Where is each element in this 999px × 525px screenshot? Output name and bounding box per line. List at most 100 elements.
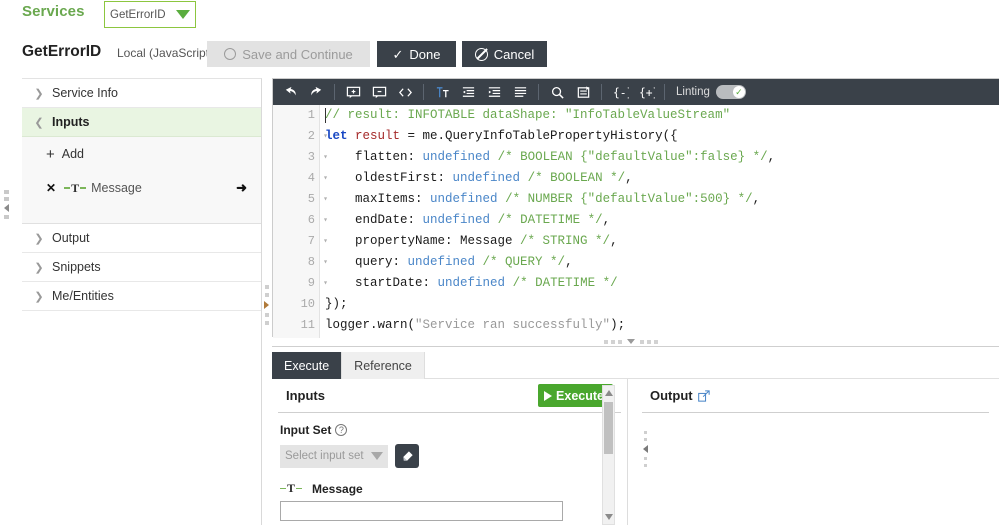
redo-icon[interactable] — [303, 81, 329, 103]
left-resize-handle[interactable] — [2, 186, 10, 222]
line-number: 9 ▾ — [273, 273, 328, 294]
code-area[interactable]: 1 2 ▾ 3 ▾ 4 ▾ 5 ▾ 6 ▾ 7 ▾ 8 ▾ 9 ▾ 10 11 // result: INFOTAB… — [273, 105, 999, 338]
linting-label: Linting — [676, 86, 710, 98]
scroll-down-icon[interactable] — [605, 514, 613, 520]
collapse-braces-icon[interactable]: {-} — [607, 81, 633, 103]
top-bar: Services GetErrorID — [0, 0, 999, 30]
code-token: /* BOOLEAN */ — [527, 171, 626, 185]
output-pane-header: Output — [642, 379, 989, 413]
open-in-new-icon[interactable] — [697, 389, 710, 402]
code-line[interactable]: query: undefined /* QUERY */, — [325, 252, 999, 273]
sidebar-splitter-handle[interactable] — [262, 280, 271, 330]
toggle-knob: ✓ — [732, 86, 745, 98]
done-button[interactable]: ✓ Done — [377, 41, 456, 67]
input-set-row: Select input set — [280, 444, 617, 468]
linting-toggle[interactable]: ✓ — [715, 85, 746, 99]
sidebar-item-inputs[interactable]: ❮ Inputs — [22, 108, 261, 137]
tab-execute[interactable]: Execute — [272, 352, 343, 379]
inputs-form: Input Set ? Select input set T Message — [272, 413, 627, 521]
input-set-value: Select input set — [285, 450, 364, 462]
code-lines[interactable]: // result: INFOTABLE dataShape: "InfoTab… — [325, 105, 999, 336]
scroll-up-icon[interactable] — [605, 390, 613, 396]
editor-splitter[interactable] — [272, 337, 999, 347]
tab-reference[interactable]: Reference — [342, 352, 425, 379]
code-line[interactable]: flatten: undefined /* BOOLEAN {"defaultV… — [325, 147, 999, 168]
code-token: /* STRING */ — [520, 234, 611, 248]
editor-toolbar: {-} {+} Linting ✓ — [273, 79, 999, 105]
execute-label: Execute — [556, 388, 604, 403]
output-splitter-handle[interactable] — [641, 425, 650, 473]
code-line[interactable]: startDate: undefined /* DATETIME */ — [325, 273, 999, 294]
code-token: /* QUERY */ — [482, 255, 566, 269]
remove-comment-icon[interactable] — [366, 81, 392, 103]
inputs-section-body: + Add ✕ T Message ➜ — [22, 137, 261, 224]
save-and-continue-button[interactable]: Save and Continue — [207, 41, 370, 67]
inputs-pane-title: Inputs — [286, 388, 325, 403]
inputs-scrollbar[interactable] — [602, 385, 615, 525]
sidebar-item-service-info[interactable]: ❯ Service Info — [22, 79, 261, 108]
toolbar-divider — [664, 84, 665, 100]
line-number: 8 ▾ — [273, 252, 328, 273]
message-input[interactable] — [280, 501, 563, 521]
message-field-label: T Message — [280, 481, 617, 496]
help-icon[interactable]: ? — [335, 424, 348, 436]
code-snippet-icon[interactable] — [392, 81, 418, 103]
code-token: oldestFirst: — [325, 171, 453, 185]
line-number: 11 — [300, 318, 315, 332]
code-token: endDate: — [325, 213, 423, 227]
sidebar-item-me-entities[interactable]: ❯ Me/Entities — [22, 282, 261, 311]
search-icon[interactable] — [544, 81, 570, 103]
services-label: Services — [22, 3, 85, 20]
code-line[interactable]: oldestFirst: undefined /* BOOLEAN */, — [325, 168, 999, 189]
play-icon — [544, 390, 553, 401]
expand-braces-icon[interactable]: {+} — [633, 81, 659, 103]
sidebar-item-snippets[interactable]: ❯ Snippets — [22, 253, 261, 282]
code-line[interactable]: propertyName: Message /* STRING */, — [325, 231, 999, 252]
entity-dropdown[interactable]: GetErrorID — [104, 1, 196, 28]
bottom-panel: Execute Reference Inputs Execute Input S… — [272, 352, 999, 525]
indent-increase-icon[interactable] — [481, 81, 507, 103]
code-token: let — [325, 129, 356, 143]
indent-decrease-icon[interactable] — [455, 81, 481, 103]
ban-icon — [474, 47, 488, 61]
input-set-select[interactable]: Select input set — [280, 444, 388, 468]
input-item-label: Message — [91, 181, 142, 195]
code-token: , — [752, 192, 761, 206]
check-icon: ✓ — [392, 46, 404, 62]
cancel-button[interactable]: Cancel — [462, 41, 547, 67]
code-line[interactable]: maxItems: undefined /* NUMBER {"defaultV… — [325, 189, 999, 210]
svg-text:{+}: {+} — [639, 86, 655, 99]
code-line[interactable]: }); — [325, 294, 999, 315]
splitter-grip[interactable] — [604, 339, 658, 344]
sidebar-item-output[interactable]: ❯ Output — [22, 224, 261, 253]
code-token: undefined — [422, 213, 491, 227]
line-number: 1 — [307, 108, 315, 122]
code-token: /* DATETIME */ — [497, 213, 603, 227]
add-comment-icon[interactable] — [340, 81, 366, 103]
code-token: undefined — [452, 171, 521, 185]
code-line[interactable]: endDate: undefined /* DATETIME */, — [325, 210, 999, 231]
sidebar-item-label: Me/Entities — [52, 289, 114, 303]
close-icon[interactable]: ✕ — [46, 181, 56, 195]
scrollbar-thumb[interactable] — [604, 402, 613, 454]
line-number: 10 — [300, 297, 315, 311]
find-replace-icon[interactable] — [570, 81, 596, 103]
clear-inputs-button[interactable] — [395, 444, 419, 468]
font-size-icon[interactable] — [429, 81, 455, 103]
code-line[interactable]: let result = me.QueryInfoTablePropertyHi… — [325, 126, 999, 147]
format-lines-icon[interactable] — [507, 81, 533, 103]
code-line[interactable]: // result: INFOTABLE dataShape: "InfoTab… — [325, 105, 999, 126]
toolbar-divider — [538, 84, 539, 100]
code-token: undefined — [422, 150, 491, 164]
add-input-button[interactable]: + Add — [22, 137, 261, 171]
chevron-down-icon: ❮ — [34, 116, 44, 129]
code-line[interactable]: logger.warn("Service ran successfully"); — [325, 315, 999, 336]
arrow-right-icon[interactable]: ➜ — [236, 180, 247, 196]
line-number: 6 ▾ — [273, 210, 328, 231]
input-item-message[interactable]: ✕ T Message ➜ — [22, 171, 261, 205]
undo-icon[interactable] — [277, 81, 303, 103]
line-number: 3 ▾ — [273, 147, 328, 168]
